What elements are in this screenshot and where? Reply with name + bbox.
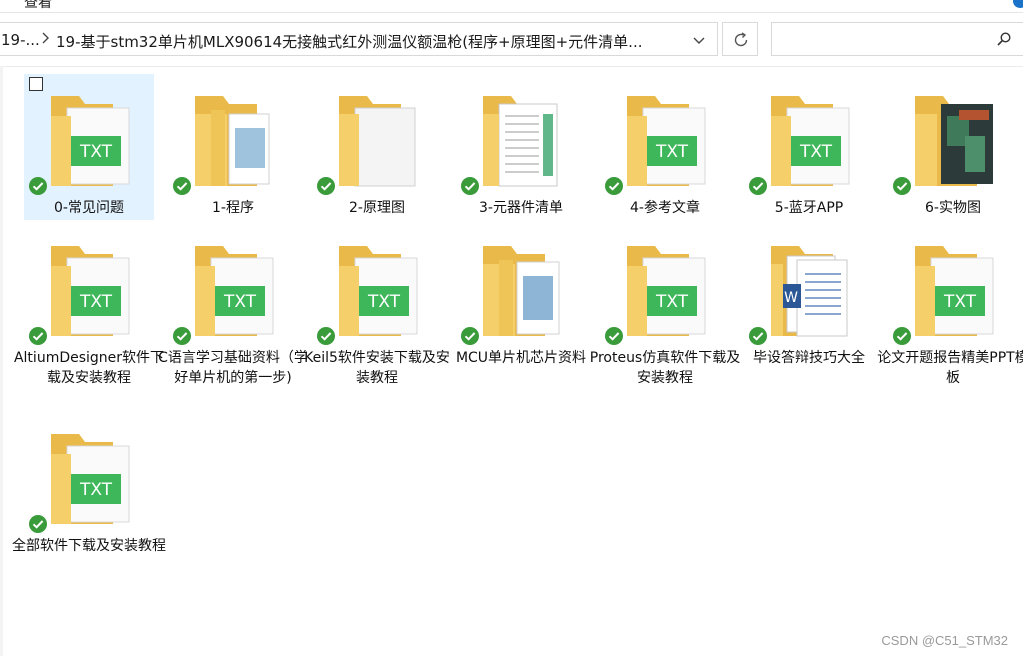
folder-item[interactable]: TXT 全部软件下载及安装教程 xyxy=(12,412,166,556)
folder-item[interactable]: TXT Keil5软件安装下载及安装教程 xyxy=(304,224,450,386)
folder-txt-icon: TXT xyxy=(51,434,130,524)
item-label: C语言学习基础资料（学好单片机的第一步) xyxy=(158,350,308,386)
watermark-text: CSDN @C51_STM32 xyxy=(881,633,1008,648)
green-check-sync-icon xyxy=(461,177,479,195)
green-check-sync-icon xyxy=(893,177,911,195)
folder-item[interactable]: 6-实物图 xyxy=(888,74,1018,218)
folder-item[interactable]: TXT 4-参考文章 xyxy=(600,74,730,218)
green-check-sync-icon xyxy=(317,327,335,345)
item-label: 论文开题报告精美PPT模板 xyxy=(877,350,1023,386)
folder-item[interactable]: TXT 5-蓝牙APP xyxy=(744,74,874,218)
folder-txt-icon: TXT xyxy=(627,246,706,336)
folder-txt-icon: TXT xyxy=(915,246,994,336)
folder-item[interactable]: TXT C语言学习基础资料（学好单片机的第一步) xyxy=(158,224,308,386)
green-check-sync-icon xyxy=(29,327,47,345)
green-check-sync-icon xyxy=(173,327,191,345)
item-label: 4-参考文章 xyxy=(630,200,700,216)
item-label: 1-程序 xyxy=(212,200,254,216)
svg-text:W: W xyxy=(784,290,798,306)
svg-text:TXT: TXT xyxy=(799,142,833,162)
item-label: 全部软件下载及安装教程 xyxy=(12,538,166,554)
folder-txt-icon: TXT xyxy=(771,96,850,186)
svg-text:TXT: TXT xyxy=(223,292,257,312)
svg-text:TXT: TXT xyxy=(79,480,113,500)
breadcrumb-previous[interactable]: 19-... xyxy=(1,31,40,49)
refresh-button[interactable] xyxy=(722,22,758,56)
address-row: 19-... 19-基于stm32单片机MLX90614无接触式红外测温仪额温枪… xyxy=(0,14,1023,67)
folder-image-icon xyxy=(195,96,270,186)
svg-text:TXT: TXT xyxy=(367,292,401,312)
folder-item[interactable]: 1-程序 xyxy=(168,74,298,218)
folder-item[interactable]: 3-元器件清单 xyxy=(456,74,586,218)
green-check-sync-icon xyxy=(605,327,623,345)
svg-text:TXT: TXT xyxy=(943,292,977,312)
breadcrumb-current[interactable]: 19-基于stm32单片机MLX90614无接触式红外测温仪额温枪(程序+原理图… xyxy=(56,31,642,52)
folder-item[interactable]: MCU单片机芯片资料 xyxy=(456,224,586,368)
svg-text:TXT: TXT xyxy=(79,142,113,162)
chevron-right-icon[interactable] xyxy=(37,28,55,48)
navigation-pane-edge xyxy=(0,66,3,656)
folder-txt-icon: TXT xyxy=(627,96,706,186)
folder-photo-icon xyxy=(915,96,993,186)
item-label: AltiumDesigner软件下载及安装教程 xyxy=(13,350,165,386)
folder-item[interactable]: TXT 论文开题报告精美PPT模板 xyxy=(877,224,1023,386)
search-input[interactable] xyxy=(778,28,992,52)
item-label: 5-蓝牙APP xyxy=(774,200,844,216)
green-check-sync-icon xyxy=(605,177,623,195)
svg-text:TXT: TXT xyxy=(655,292,689,312)
green-check-sync-icon xyxy=(893,327,911,345)
item-label: Keil5软件安装下载及安装教程 xyxy=(304,350,450,386)
folder-item[interactable]: TXT Proteus仿真软件下载及安装教程 xyxy=(590,224,740,386)
help-icon[interactable] xyxy=(1013,0,1023,8)
file-icon-grid: TXT 0-常见问题 1-程序 2-原理图 3-元器件清单 TXT 4-参考文章… xyxy=(12,74,1023,594)
folder-blank-page-icon xyxy=(339,96,416,187)
green-check-sync-icon xyxy=(317,177,335,195)
green-check-sync-icon xyxy=(29,515,47,533)
folder-txt-icon: TXT xyxy=(51,96,130,186)
folder-image-icon xyxy=(483,246,560,336)
green-check-sync-icon xyxy=(173,177,191,195)
item-label: 0-常见问题 xyxy=(54,200,124,216)
folder-word-icon: W xyxy=(771,246,848,337)
folder-spreadsheet-icon xyxy=(483,96,558,187)
item-label: 6-实物图 xyxy=(925,200,981,216)
item-label: 毕设答辩技巧大全 xyxy=(753,350,865,366)
search-icon[interactable] xyxy=(996,31,1012,47)
address-bar[interactable]: 19-... 19-基于stm32单片机MLX90614无接触式红外测温仪额温枪… xyxy=(0,22,718,56)
search-box[interactable] xyxy=(771,22,1023,56)
folder-txt-icon: TXT xyxy=(195,246,274,336)
item-label: Proteus仿真软件下载及安装教程 xyxy=(589,350,741,386)
folder-item[interactable]: 2-原理图 xyxy=(312,74,442,218)
folder-item[interactable]: TXT 0-常见问题 xyxy=(24,74,154,220)
folder-txt-icon: TXT xyxy=(339,246,418,336)
refresh-icon xyxy=(734,32,748,47)
folder-item[interactable]: TXT AltiumDesigner软件下载及安装教程 xyxy=(14,224,164,386)
item-label: 3-元器件清单 xyxy=(479,200,563,216)
green-check-sync-icon xyxy=(461,327,479,345)
item-label: 2-原理图 xyxy=(349,200,405,216)
chevron-down-icon[interactable] xyxy=(689,30,709,50)
view-menu[interactable]: 查看 xyxy=(24,0,52,12)
window-top-strip: 查看 xyxy=(0,0,1023,13)
svg-text:TXT: TXT xyxy=(79,292,113,312)
folder-txt-icon: TXT xyxy=(51,246,130,336)
green-check-sync-icon xyxy=(749,327,767,345)
green-check-sync-icon xyxy=(749,177,767,195)
svg-text:TXT: TXT xyxy=(655,142,689,162)
folder-item[interactable]: W 毕设答辩技巧大全 xyxy=(744,224,874,368)
item-label: MCU单片机芯片资料 xyxy=(455,350,587,366)
green-check-sync-icon xyxy=(29,177,47,195)
